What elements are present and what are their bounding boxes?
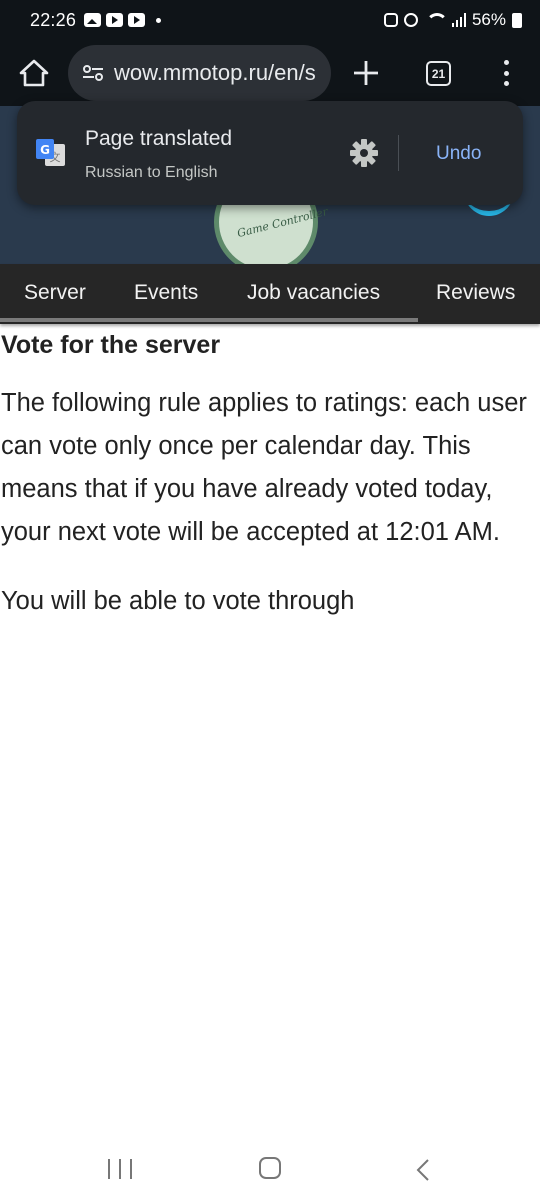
home-nav-icon[interactable] (259, 1157, 281, 1179)
wifi-icon (424, 13, 448, 27)
undo-button[interactable]: Undo (436, 143, 481, 165)
status-bar: 22:26 56% (0, 0, 540, 40)
tabs-scroll-indicator[interactable] (0, 318, 418, 322)
recents-icon[interactable] (108, 1159, 132, 1179)
youtube-notification-icon (106, 13, 124, 27)
browser-toolbar: wow.mmotop.ru/en/s 21 (0, 40, 540, 106)
tab-events[interactable]: Events (134, 281, 198, 305)
system-nav-bar (0, 1140, 540, 1200)
popup-divider (398, 135, 399, 171)
rule-paragraph: The following rule applies to ratings: e… (1, 389, 527, 546)
more-vert-icon[interactable] (498, 58, 514, 88)
address-bar[interactable]: wow.mmotop.ru/en/s (68, 45, 331, 101)
url-text[interactable]: wow.mmotop.ru/en/s (114, 60, 316, 86)
youtube-notification-icon-2 (128, 13, 146, 27)
tab-switcher-button[interactable]: 21 (426, 61, 451, 86)
page-heading: Vote for the server (1, 331, 221, 359)
gallery-notification-icon (84, 13, 102, 27)
tab-reviews[interactable]: Reviews (436, 281, 515, 305)
alarm-icon (403, 13, 418, 27)
tab-count: 21 (431, 66, 446, 81)
plus-icon[interactable] (350, 57, 382, 89)
battery-icon (512, 12, 522, 28)
translate-popup: 文 G Page translated Russian to English U… (17, 101, 523, 205)
popup-title: Page translated (85, 127, 233, 150)
main-content: Vote for the server The following rule a… (1, 328, 537, 623)
back-icon[interactable] (414, 1158, 432, 1182)
tune-icon[interactable] (82, 64, 104, 82)
notification-icons (84, 13, 162, 27)
home-icon[interactable] (18, 58, 50, 88)
tab-job-vacancies[interactable]: Job vacancies (247, 281, 380, 305)
site-nav-tabs: Server Events Job vacancies Reviews (0, 264, 540, 324)
status-time: 22:26 (30, 9, 77, 30)
vote-through-paragraph: You will be able to vote through (1, 587, 355, 615)
more-notifications-dot-icon (156, 17, 162, 23)
lock-status-icon (383, 13, 398, 27)
popup-subtitle: Russian to English (85, 164, 218, 181)
gear-icon[interactable] (348, 137, 380, 169)
battery-percent: 56% (471, 10, 506, 29)
system-status-icons: 56% (383, 10, 522, 30)
tab-server[interactable]: Server (24, 281, 86, 305)
google-translate-icon: 文 G (36, 139, 65, 166)
svg-text:G: G (40, 143, 50, 157)
signal-icon (451, 13, 466, 27)
